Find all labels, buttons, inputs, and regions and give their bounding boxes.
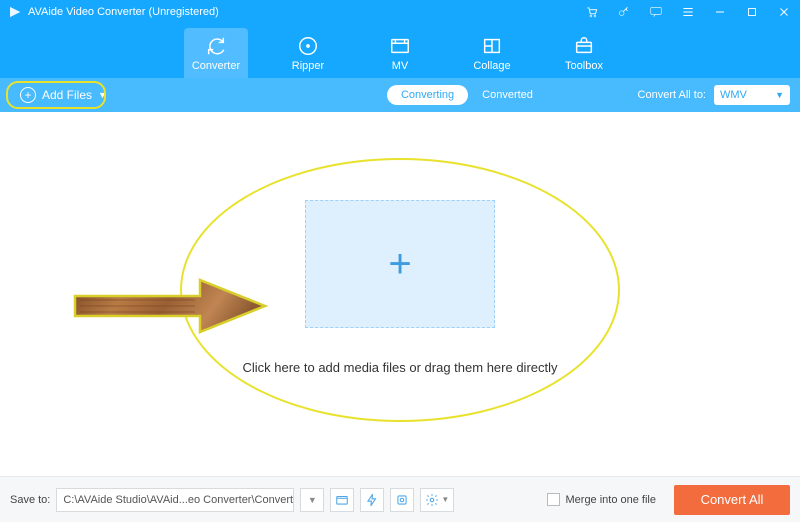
add-files-button[interactable]: + Add Files ▼ [10,83,117,107]
close-icon[interactable] [776,4,792,20]
minimize-icon[interactable] [712,4,728,20]
add-files-label: Add Files [42,88,92,102]
feedback-icon[interactable] [648,4,664,20]
nav-label: Converter [192,60,240,72]
convert-all-to: Convert All to: WMV ▼ [638,85,790,105]
annotation-arrow-icon [70,276,270,336]
key-icon[interactable] [616,4,632,20]
cart-icon[interactable] [584,4,600,20]
nav-ripper[interactable]: Ripper [276,28,340,78]
drop-zone[interactable]: + [305,200,495,328]
titlebar: AVAide Video Converter (Unregistered) [0,0,800,24]
format-selected: WMV [720,89,747,101]
nav-label: MV [392,60,409,72]
tab-converted[interactable]: Converted [468,85,547,105]
chevron-down-icon: ▼ [308,495,317,505]
nav-toolbox[interactable]: Toolbox [552,28,616,78]
titlebar-actions [584,4,792,20]
nav-label: Ripper [292,60,324,72]
settings-button[interactable]: ▼ [420,488,454,512]
nav-converter[interactable]: Converter [184,28,248,78]
app-window: AVAide Video Converter (Unregistered) Co… [0,0,800,522]
save-to-label: Save to: [10,494,50,506]
main-nav: Converter Ripper MV Collage Toolbox [0,24,800,78]
nav-label: Collage [473,60,510,72]
convert-all-button[interactable]: Convert All [674,485,790,515]
plus-circle-icon: + [20,87,36,103]
save-path-dropdown[interactable]: ▼ [300,488,324,512]
menu-icon[interactable] [680,4,696,20]
convert-all-label: Convert All to: [638,89,706,101]
nav-mv[interactable]: MV [368,28,432,78]
chevron-down-icon: ▼ [775,90,784,100]
format-select[interactable]: WMV ▼ [714,85,790,105]
gpu-accel-button[interactable] [390,488,414,512]
chevron-down-icon: ▼ [441,495,449,504]
maximize-icon[interactable] [744,4,760,20]
drop-instruction: Click here to add media files or drag th… [0,360,800,375]
high-speed-button[interactable] [360,488,384,512]
tab-converting[interactable]: Converting [387,85,468,105]
checkbox-icon [547,493,560,506]
main-area: + Click here to add media files or drag … [0,112,800,476]
app-title: AVAide Video Converter (Unregistered) [28,6,219,18]
merge-checkbox[interactable]: Merge into one file [547,493,657,506]
plus-icon: + [388,242,411,287]
save-to-path[interactable]: C:\AVAide Studio\AVAid...eo Converter\Co… [56,488,294,512]
app-logo-icon [8,5,22,19]
status-tabs: Converting Converted [387,85,547,105]
bottom-bar: Save to: C:\AVAide Studio\AVAid...eo Con… [0,476,800,522]
nav-collage[interactable]: Collage [460,28,524,78]
sub-toolbar: + Add Files ▼ Converting Converted Conve… [0,78,800,112]
open-folder-button[interactable] [330,488,354,512]
nav-label: Toolbox [565,60,603,72]
chevron-down-icon: ▼ [98,90,107,100]
merge-label: Merge into one file [566,494,657,506]
